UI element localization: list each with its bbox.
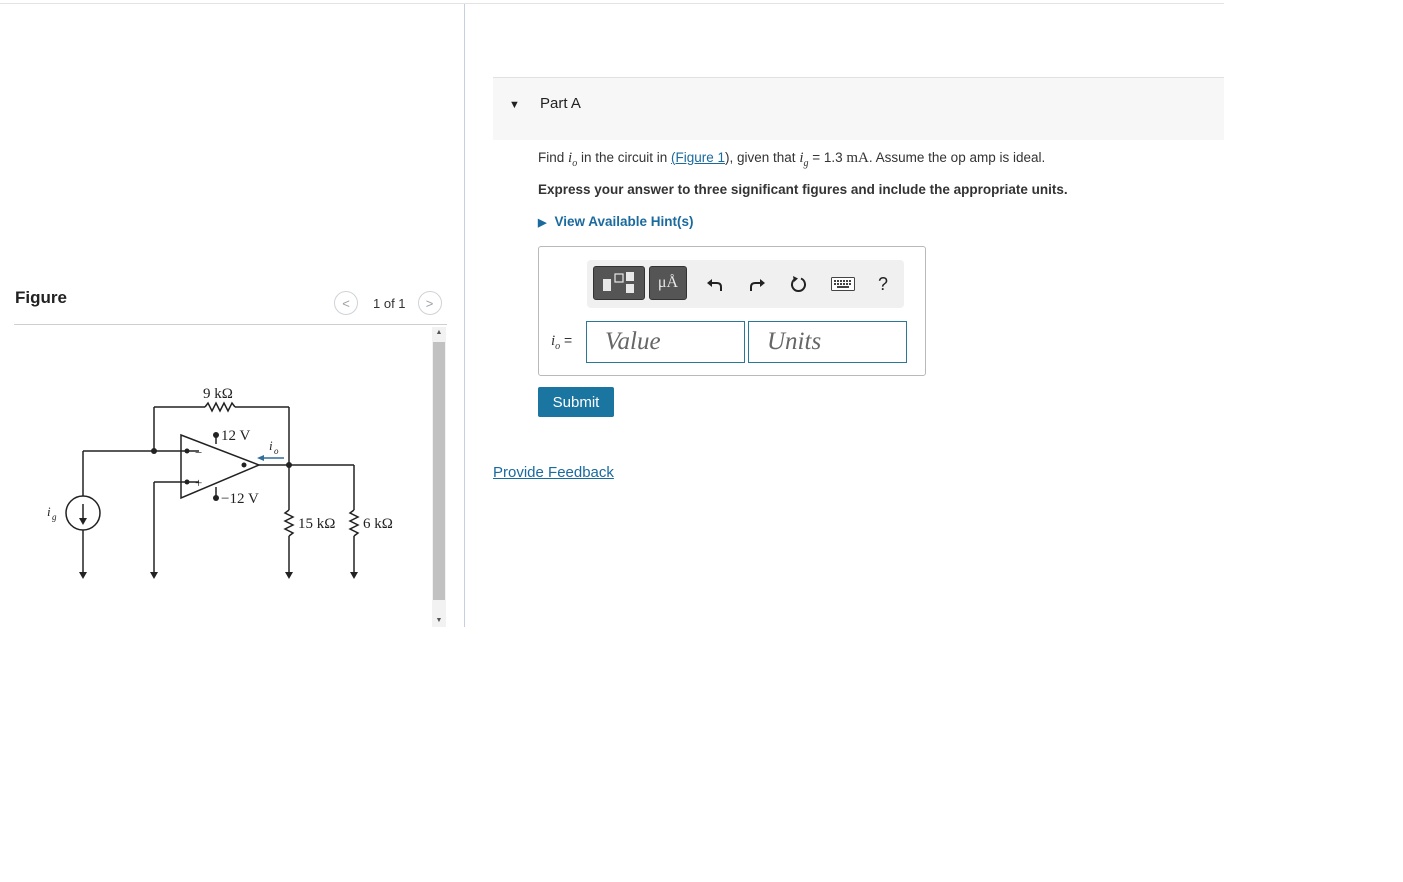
part-title: Part A [540, 95, 581, 112]
chevron-left-icon: < [342, 295, 350, 311]
answer-label: io = [551, 332, 572, 352]
help-icon: ? [877, 273, 888, 294]
chevron-right-icon: > [425, 295, 434, 311]
column-divider [464, 4, 465, 627]
circuit-diagram: 9 kΩ 12 V −12 V i o i g − + 15 kΩ 6 kΩ [47, 386, 393, 579]
source-current-label: i [47, 504, 51, 519]
templates-icon [603, 272, 634, 293]
question-variable: io [568, 150, 577, 169]
value-input[interactable] [586, 321, 745, 363]
scroll-up-arrow-icon[interactable]: ▲ [432, 327, 446, 339]
question-text: Find io in the circuit in (Figure 1), gi… [538, 150, 1045, 169]
output-current-subscript: o [274, 446, 279, 456]
noninverting-input-sign: + [195, 475, 202, 490]
figure-divider [14, 324, 447, 325]
submit-button[interactable]: Submit [538, 387, 614, 417]
figure-link-text: Figure 1 [675, 150, 726, 165]
feedback-resistor-label: 9 kΩ [203, 386, 233, 402]
question-mid2: , given that [729, 150, 800, 165]
keyboard-icon [831, 277, 855, 291]
next-figure-button[interactable]: > [417, 291, 442, 315]
math-toolbar: μÅ ? [587, 260, 904, 308]
figure-page-count: 1 of 1 [373, 295, 406, 311]
answer-variable: io [551, 333, 560, 352]
load-resistor-2-label: 6 kΩ [363, 516, 393, 532]
positive-supply-label: 12 V [221, 428, 250, 444]
scroll-down-arrow-icon[interactable]: ▼ [432, 615, 446, 627]
view-hints-toggle[interactable]: ▶ View Available Hint(s) [538, 214, 694, 229]
hints-label: View Available Hint(s) [554, 214, 694, 229]
units-button[interactable]: μÅ [649, 266, 687, 300]
given-unit: mA [846, 150, 869, 166]
templates-button[interactable] [593, 266, 645, 300]
output-current-label: i [269, 438, 273, 453]
units-input[interactable] [748, 321, 907, 363]
undo-icon [707, 279, 722, 291]
figure-pagination: < 1 of 1 > [334, 289, 442, 317]
negative-supply-label: −12 V [221, 491, 259, 507]
answer-box: μÅ ? io = Value Units [538, 246, 926, 376]
reset-button[interactable] [787, 272, 811, 296]
figure-heading: Figure [15, 288, 67, 307]
figure-scrollbar[interactable]: ▲ ▼ [432, 327, 446, 627]
question-suffix: . Assume the op amp is ideal. [868, 150, 1046, 165]
keyboard-button[interactable] [829, 272, 857, 296]
collapse-triangle-icon[interactable]: ▼ [509, 99, 520, 111]
redo-button[interactable] [745, 272, 769, 296]
inverting-input-sign: − [195, 445, 202, 460]
reset-icon [791, 276, 806, 292]
top-divider [0, 3, 1224, 4]
answer-instruction: Express your answer to three significant… [538, 182, 1068, 197]
redo-icon [750, 279, 765, 291]
answer-equals: = [560, 332, 573, 348]
question-prefix: Find [538, 150, 569, 165]
expand-triangle-icon: ▶ [538, 217, 547, 229]
help-button[interactable]: ? [871, 272, 895, 296]
scrollbar-thumb[interactable] [433, 342, 445, 600]
undo-button[interactable] [703, 272, 727, 296]
load-resistor-1-label: 15 kΩ [298, 516, 335, 532]
question-mid: in the circuit in [577, 150, 671, 165]
prev-figure-button[interactable]: < [334, 291, 358, 315]
figure-link[interactable]: (Figure 1 [671, 150, 725, 165]
source-current-subscript: g [52, 512, 57, 522]
units-icon: μÅ [657, 274, 679, 291]
given-equals: = 1.3 [808, 150, 847, 165]
part-header[interactable]: ▼ Part A [493, 77, 1224, 140]
provide-feedback-link[interactable]: Provide Feedback [493, 464, 614, 481]
